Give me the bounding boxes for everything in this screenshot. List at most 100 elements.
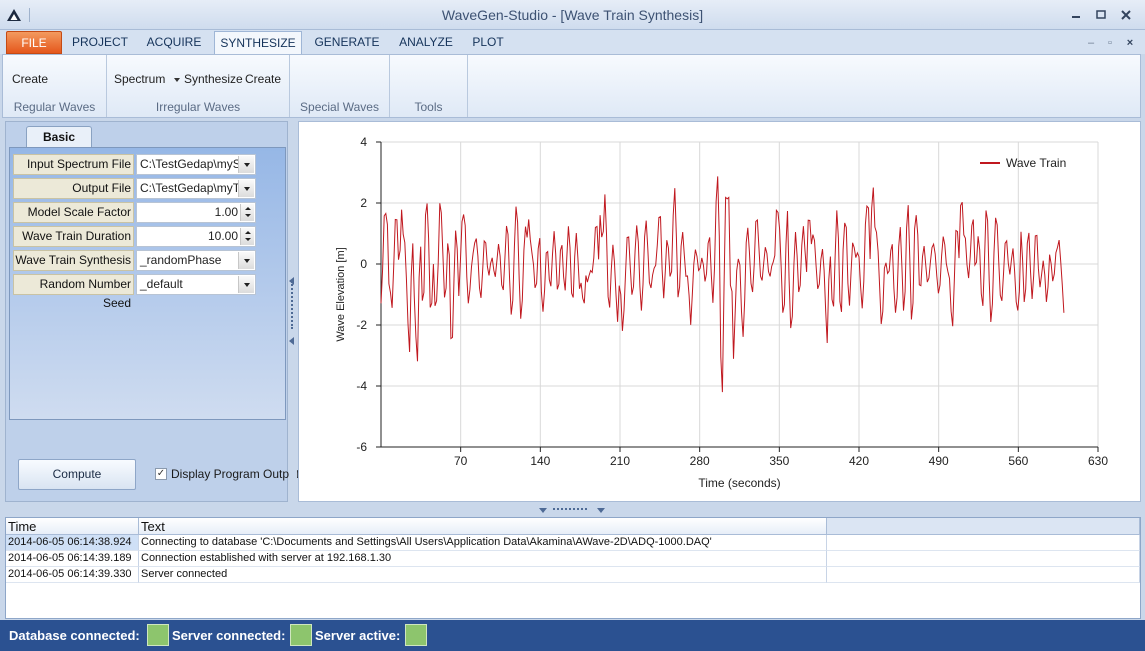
- group-regular-waves: Create Regular Waves: [3, 55, 107, 117]
- spinner-icon[interactable]: [240, 228, 254, 245]
- dropdown-arrow-icon[interactable]: [238, 156, 254, 173]
- x-tick-label: 140: [530, 454, 550, 468]
- property-label: Input Spectrum File: [13, 154, 134, 175]
- group-label-irregular: Irregular Waves: [155, 100, 241, 114]
- y-tick-label: 2: [360, 196, 367, 210]
- column-header-time[interactable]: Time: [6, 518, 139, 535]
- tab-file[interactable]: FILE: [6, 31, 62, 54]
- ribbon-tab-bar: FILE PROJECT ACQUIRE SYNTHESIZE GENERATE…: [0, 30, 1145, 54]
- property-label: Wave Train Synthesis: [13, 250, 134, 271]
- status-bar: Database connected: Server connected: Se…: [0, 620, 1145, 651]
- properties-panel: Basic Input Spectrum File C:\TestGedap\m…: [5, 121, 299, 502]
- collapse-arrow-icon[interactable]: [289, 337, 294, 345]
- status-indicator-database: [147, 624, 169, 646]
- status-label-database: Database connected:: [9, 628, 140, 643]
- property-label: Output File: [13, 178, 134, 199]
- random-number-seed-select[interactable]: _default: [136, 274, 256, 295]
- wave-train-synthesis-select[interactable]: _randomPhase: [136, 250, 256, 271]
- ribbon-close-icon[interactable]: ×: [1124, 37, 1136, 49]
- log-time-cell: 2014-06-05 06:14:39.330: [6, 567, 139, 583]
- spinner-icon[interactable]: [240, 204, 254, 221]
- display-output-label[interactable]: Display Program Output: [171, 467, 299, 481]
- tab-analyze[interactable]: ANALYZE: [392, 31, 460, 54]
- group-label-special: Special Waves: [300, 100, 379, 114]
- property-value: 1.00: [214, 205, 238, 219]
- table-row[interactable]: 2014-06-05 06:14:39.330 Server connected: [6, 567, 1140, 583]
- group-label-tools: Tools: [414, 100, 443, 114]
- property-value: _default: [140, 277, 183, 291]
- spectrum-label: Spectrum: [114, 72, 166, 86]
- y-tick-labels: 4 2 0 -2 -4 -6: [356, 135, 367, 454]
- property-label: Random Number Seed: [13, 274, 134, 310]
- model-scale-factor-field[interactable]: 1.00: [136, 202, 256, 223]
- create-regular-button[interactable]: Create: [12, 72, 48, 86]
- ribbon-restore-icon[interactable]: ▫: [1104, 37, 1116, 49]
- tab-plot[interactable]: PLOT: [464, 31, 512, 54]
- log-text-cell: Connection established with server at 19…: [139, 551, 827, 567]
- log-header: Time Text: [6, 518, 1140, 535]
- group-irregular-waves: Spectrum Synthesize Create Irregular Wav…: [107, 55, 290, 117]
- title-bar: WaveGen-Studio - [Wave Train Synthesis]: [0, 0, 1145, 30]
- minimize-icon[interactable]: [1069, 9, 1083, 21]
- chart-panel: 70 140 210 280 350 420 490 560 630 4 2 0 -2 -4 -6 Wav…: [298, 121, 1141, 502]
- window-title: WaveGen-Studio - [Wave Train Synthesis]: [441, 7, 704, 23]
- table-row[interactable]: 2014-06-05 06:14:38.924 Connecting to da…: [6, 535, 1140, 551]
- dropdown-arrow-icon[interactable]: [238, 180, 254, 197]
- tab-acquire[interactable]: ACQUIRE: [138, 31, 210, 54]
- property-row-model-scale: Model Scale Factor 1.00: [13, 202, 258, 223]
- y-axis-label: Wave Elevation [m]: [335, 247, 347, 341]
- property-value: C:\TestGedap\myS: [140, 157, 241, 171]
- property-row-synthesis: Wave Train Synthesis _randomPhase: [13, 250, 258, 271]
- restore-icon[interactable]: [1094, 9, 1108, 21]
- tab-project[interactable]: PROJECT: [66, 31, 134, 54]
- log-empty-cell: [827, 535, 1140, 551]
- create-irregular-button[interactable]: Create: [245, 72, 281, 86]
- wave-train-chart: 70 140 210 280 350 420 490 560 630 420-2-4-6 Wav…: [335, 135, 1108, 490]
- message-log: Time Text 2014-06-05 06:14:38.924 Connec…: [5, 517, 1141, 619]
- x-tick-label: 280: [690, 454, 710, 468]
- splitter-grip[interactable]: [291, 281, 294, 329]
- panel-splitter[interactable]: [289, 121, 297, 502]
- log-empty-cell: [827, 551, 1140, 567]
- dropdown-arrow-icon[interactable]: [238, 252, 254, 269]
- log-splitter[interactable]: [0, 503, 1145, 516]
- tab-synthesize[interactable]: SYNTHESIZE: [214, 31, 302, 54]
- tab-generate[interactable]: GENERATE: [306, 31, 388, 54]
- checkbox-icon[interactable]: ✓: [155, 468, 167, 480]
- x-tick-label: 350: [769, 454, 789, 468]
- dropdown-arrow-icon: [174, 77, 181, 82]
- dropdown-arrow-icon[interactable]: [238, 276, 254, 293]
- collapse-arrow-icon[interactable]: [597, 508, 605, 513]
- property-value: _randomPhase: [140, 253, 222, 267]
- group-special-waves: Special Waves: [290, 55, 390, 117]
- spectrum-dropdown-button[interactable]: Spectrum: [114, 72, 181, 86]
- collapse-arrow-icon[interactable]: [539, 508, 547, 513]
- close-icon[interactable]: [1119, 9, 1133, 21]
- synthesize-button[interactable]: Synthesize: [184, 72, 243, 86]
- splitter-grip[interactable]: [553, 508, 587, 510]
- x-tick-label: 630: [1088, 454, 1108, 468]
- y-tick-label: 0: [360, 257, 367, 271]
- column-header-text[interactable]: Text: [139, 518, 827, 535]
- x-tick-label: 560: [1008, 454, 1028, 468]
- series-line-wave-train: [380, 176, 1065, 393]
- y-tick-label: -4: [356, 379, 367, 393]
- output-file-field[interactable]: C:\TestGedap\myTr: [136, 178, 256, 199]
- column-header-filler: [827, 518, 1140, 535]
- group-label-regular: Regular Waves: [13, 100, 96, 114]
- property-value: C:\TestGedap\myTr: [140, 181, 244, 195]
- x-tick-label: 490: [929, 454, 949, 468]
- property-value: 10.00: [207, 229, 238, 243]
- input-spectrum-file-field[interactable]: C:\TestGedap\myS: [136, 154, 256, 175]
- table-row[interactable]: 2014-06-05 06:14:39.189 Connection estab…: [6, 551, 1140, 567]
- ribbon-minimize-icon[interactable]: –: [1085, 37, 1097, 49]
- log-time-cell: 2014-06-05 06:14:39.189: [6, 551, 139, 567]
- property-grid: Input Spectrum File C:\TestGedap\myS Out…: [9, 147, 286, 420]
- compute-button[interactable]: Compute: [18, 459, 136, 490]
- property-label: Model Scale Factor: [13, 202, 134, 223]
- tab-basic[interactable]: Basic: [26, 126, 92, 148]
- x-axis-label: Time (seconds): [698, 476, 780, 490]
- x-tick-label: 420: [849, 454, 869, 468]
- wave-train-duration-field[interactable]: 10.00: [136, 226, 256, 247]
- property-row-input-spectrum: Input Spectrum File C:\TestGedap\myS: [13, 154, 258, 175]
